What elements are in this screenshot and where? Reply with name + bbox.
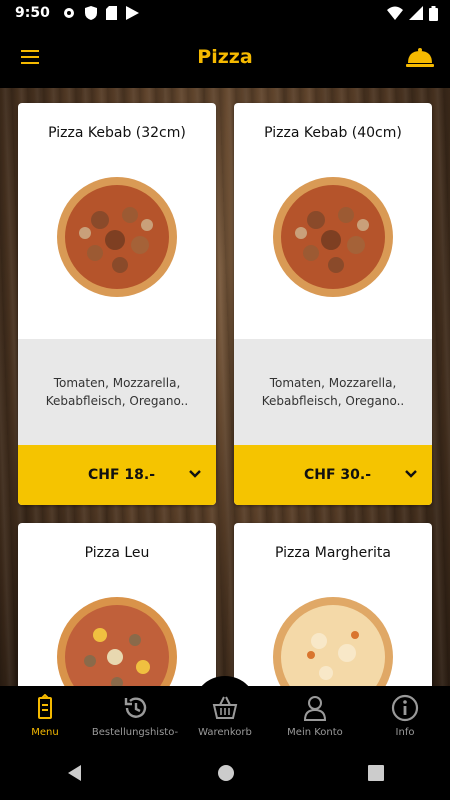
cloche-icon[interactable] <box>406 44 434 70</box>
recents-icon[interactable] <box>367 765 384 781</box>
chevron-down-icon <box>189 470 201 478</box>
nav-item-account[interactable]: Mein Konto <box>270 686 360 746</box>
nav-item-history[interactable]: Bestellungshisto- <box>90 686 180 746</box>
system-navigation-bar <box>0 746 450 800</box>
pizza-leu-image <box>57 597 177 686</box>
signal-icon <box>409 6 423 20</box>
nav-label: Mein Konto <box>287 727 343 738</box>
nav-label: Menu <box>31 727 59 738</box>
nav-item-cart[interactable]: Warenkorb <box>180 686 270 746</box>
description-line: Kebabfleisch, Oregano.. <box>261 394 405 408</box>
page-title: Pizza <box>197 46 253 68</box>
home-icon[interactable] <box>217 764 235 782</box>
info-icon <box>391 694 419 722</box>
description-line: Kebabfleisch, Oregano.. <box>45 394 189 408</box>
chevron-down-icon <box>405 470 417 478</box>
play-store-icon <box>125 6 139 20</box>
nav-item-menu[interactable]: Menu <box>0 686 90 746</box>
basket-icon <box>212 696 238 719</box>
product-name: Pizza Margherita <box>274 545 391 561</box>
product-description: Tomaten, Mozzarella, Kebabfleisch, Orega… <box>234 339 432 445</box>
hamburger-menu-icon[interactable] <box>20 46 42 68</box>
product-description: Tomaten, Mozzarella, Kebabfleisch, Orega… <box>18 339 216 445</box>
menu-board-icon <box>38 694 52 719</box>
nav-item-info[interactable]: Info <box>360 686 450 746</box>
wifi-icon <box>387 6 403 20</box>
product-price: CHF 30.- <box>304 467 372 483</box>
history-icon <box>124 697 147 718</box>
user-icon <box>303 696 327 721</box>
product-grid: Pizza Kebab (32cm) Tomaten, Mozzarella, … <box>0 88 450 686</box>
nav-label: Info <box>395 727 415 738</box>
pizza-margherita-image <box>273 597 393 686</box>
price-button[interactable]: CHF 18.- <box>18 445 216 505</box>
pizza-kebab-image <box>57 177 177 297</box>
status-bar: 9:50 <box>0 0 450 26</box>
battery-icon <box>429 5 438 21</box>
product-card[interactable]: Pizza Margherita <box>234 523 432 686</box>
nav-label: Bestellungshisto- <box>91 727 179 738</box>
sd-card-icon <box>105 6 117 20</box>
product-card[interactable]: Pizza Leu <box>18 523 216 686</box>
back-icon[interactable] <box>66 764 84 782</box>
product-price: CHF 18.- <box>88 467 156 483</box>
description-line: Tomaten, Mozzarella, <box>53 376 181 390</box>
shield-icon <box>84 6 97 20</box>
product-card[interactable]: Pizza Kebab (40cm) Tomaten, Mozzarella, … <box>234 103 432 505</box>
description-line: Tomaten, Mozzarella, <box>269 376 397 390</box>
product-card[interactable]: Pizza Kebab (32cm) Tomaten, Mozzarella, … <box>18 103 216 505</box>
nav-label: Warenkorb <box>198 727 252 738</box>
settings-icon <box>63 8 74 18</box>
pizza-kebab-image <box>273 177 393 297</box>
app-bar: Pizza <box>0 26 450 88</box>
bottom-navigation: Menu Bestellungshisto- Warenkorb Mein Ko… <box>0 686 450 746</box>
product-name: Pizza Leu <box>84 545 150 561</box>
status-time: 9:50 <box>15 5 50 21</box>
price-button[interactable]: CHF 30.- <box>234 445 432 505</box>
product-name: Pizza Kebab (32cm) <box>48 125 186 141</box>
product-name: Pizza Kebab (40cm) <box>264 125 402 141</box>
